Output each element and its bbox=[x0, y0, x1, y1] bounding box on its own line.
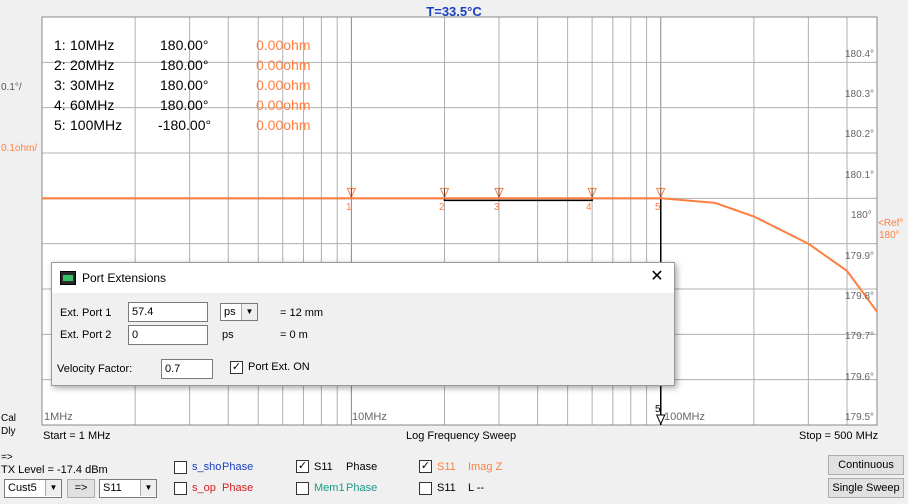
y-tick-label: 180.4° bbox=[845, 49, 875, 60]
marker-freq: 30MHz bbox=[70, 77, 115, 93]
port2-result: = 0 m bbox=[280, 329, 308, 341]
x-tick-label: 10MHz bbox=[352, 411, 387, 423]
ref-label: <Ref° bbox=[878, 218, 904, 229]
param-select[interactable]: S11 ▼ bbox=[99, 479, 157, 498]
s-op-phase-label: Phase bbox=[222, 482, 254, 494]
s11-l-checkbox[interactable] bbox=[419, 482, 432, 495]
mem1-phase-label: Phase bbox=[346, 482, 378, 494]
port1-unit-value: ps bbox=[224, 306, 236, 318]
s-op-label: s_op bbox=[192, 482, 216, 494]
apply-arrow-button[interactable]: => bbox=[67, 479, 95, 498]
marker-value: 0.00ohm bbox=[256, 37, 311, 53]
s11-l-s-label: S11 bbox=[437, 482, 456, 494]
y-tick-label: 179.9° bbox=[845, 251, 875, 262]
s-sho-phase-label: Phase bbox=[222, 461, 254, 473]
port2-unit: ps bbox=[222, 329, 234, 341]
cust-select-value: Cust5 bbox=[8, 482, 37, 494]
close-icon[interactable]: ✕ bbox=[648, 268, 666, 286]
y-tick-label: 180.1° bbox=[845, 170, 875, 181]
s11-phase-checkbox[interactable]: ✓ bbox=[296, 460, 309, 473]
single-sweep-button[interactable]: Single Sweep bbox=[828, 478, 904, 498]
app-icon bbox=[60, 271, 76, 285]
cust-select[interactable]: Cust5 ▼ bbox=[4, 479, 62, 498]
s-op-phase-checkbox[interactable] bbox=[174, 482, 187, 495]
marker-label: 1 bbox=[346, 202, 352, 213]
marker-phase: 180.00° bbox=[160, 57, 209, 73]
port1-unit-select[interactable]: ps ▼ bbox=[220, 303, 258, 321]
s11-phase-label: Phase bbox=[346, 461, 378, 473]
port-ext-on-label: Port Ext. ON bbox=[248, 361, 310, 373]
param-select-value: S11 bbox=[103, 482, 122, 494]
s11-imag-s-label: S11 bbox=[437, 461, 456, 473]
marker-id: 5: bbox=[54, 117, 66, 133]
marker-value: 0.00ohm bbox=[256, 77, 311, 93]
s11-imag-label: Imag Z bbox=[468, 461, 503, 473]
marker-freq: 60MHz bbox=[70, 97, 115, 113]
port1-label: Ext. Port 1 bbox=[60, 307, 112, 319]
mem1-label: Mem1 bbox=[314, 482, 345, 494]
port-ext-on-checkbox[interactable]: ✓ bbox=[230, 361, 243, 374]
y-tick-label: 180° bbox=[851, 210, 872, 221]
y-tick-label: 180.3° bbox=[845, 89, 875, 100]
s11-label: S11 bbox=[314, 461, 333, 473]
s-sho-label: s_sho bbox=[192, 461, 222, 473]
imag-scale-label: 0.1ohm/ bbox=[1, 143, 38, 154]
port2-input[interactable] bbox=[128, 325, 208, 345]
marker-value: 0.00ohm bbox=[256, 57, 311, 73]
y-tick-label: 180.2° bbox=[845, 129, 875, 140]
start-frequency: Start = 1 MHz bbox=[43, 430, 111, 442]
marker-id: 2: bbox=[54, 57, 66, 73]
y-tick-label: 179.5° bbox=[845, 412, 875, 423]
marker-phase: -180.00° bbox=[158, 117, 212, 133]
marker-label-bottom: 5 bbox=[655, 404, 661, 415]
port-extensions-dialog: Port Extensions ✕ Ext. Port 1 ps ▼ = 12 … bbox=[51, 262, 675, 386]
dialog-title-bar[interactable]: Port Extensions ✕ bbox=[52, 263, 674, 293]
chevron-down-icon: ▼ bbox=[140, 480, 156, 496]
continuous-button[interactable]: Continuous bbox=[828, 455, 904, 475]
ref-label-2: 180° bbox=[879, 230, 900, 241]
marker-value: 0.00ohm bbox=[256, 117, 311, 133]
chevron-down-icon: ▼ bbox=[45, 480, 61, 496]
marker-phase: 180.00° bbox=[160, 77, 209, 93]
marker-freq: 20MHz bbox=[70, 57, 115, 73]
y-tick-label: 179.7° bbox=[845, 331, 875, 342]
marker-id: 3: bbox=[54, 77, 66, 93]
plot-svg bbox=[41, 16, 878, 426]
marker-label: 3 bbox=[494, 202, 500, 213]
x-tick-label: 1MHz bbox=[44, 411, 73, 423]
velocity-factor-input[interactable] bbox=[161, 359, 213, 379]
temperature-title: T=33.5°C bbox=[426, 4, 482, 19]
x-tick-label: 100MHz bbox=[664, 411, 705, 423]
dialog-title: Port Extensions bbox=[82, 271, 167, 285]
velocity-factor-label: Velocity Factor: bbox=[57, 363, 133, 375]
cal-label: Cal bbox=[1, 413, 17, 424]
marker-id: 1: bbox=[54, 37, 66, 53]
marker-freq: 100MHz bbox=[70, 117, 123, 133]
s-sho-phase-checkbox[interactable] bbox=[174, 461, 187, 474]
marker-phase: 180.00° bbox=[160, 97, 209, 113]
dly-label: Dly bbox=[1, 426, 16, 437]
marker-phase: 180.00° bbox=[160, 37, 209, 53]
port1-input[interactable] bbox=[128, 302, 208, 322]
phase-scale-label: 0.1°/ bbox=[1, 82, 22, 93]
chevron-down-icon: ▼ bbox=[241, 304, 257, 320]
marker-label: 5 bbox=[655, 202, 661, 213]
marker-id: 4: bbox=[54, 97, 66, 113]
port2-label: Ext. Port 2 bbox=[60, 329, 112, 341]
y-tick-label: 179.8° bbox=[845, 291, 875, 302]
s11-imag-checkbox[interactable]: ✓ bbox=[419, 460, 432, 473]
marker-label: 4 bbox=[586, 202, 592, 213]
port1-result: = 12 mm bbox=[280, 307, 324, 319]
sweep-mode: Log Frequency Sweep bbox=[406, 430, 517, 442]
y-tick-label: 179.6° bbox=[845, 372, 875, 383]
marker-freq: 10MHz bbox=[70, 37, 115, 53]
stop-frequency: Stop = 500 MHz bbox=[799, 430, 879, 442]
arrow-indicator: => bbox=[1, 452, 13, 463]
marker-value: 0.00ohm bbox=[256, 97, 311, 113]
tx-level: TX Level = -17.4 dBm bbox=[1, 464, 108, 476]
s11-l-label: L -- bbox=[468, 482, 485, 494]
mem1-phase-checkbox[interactable] bbox=[296, 482, 309, 495]
marker-label: 2 bbox=[439, 202, 445, 213]
